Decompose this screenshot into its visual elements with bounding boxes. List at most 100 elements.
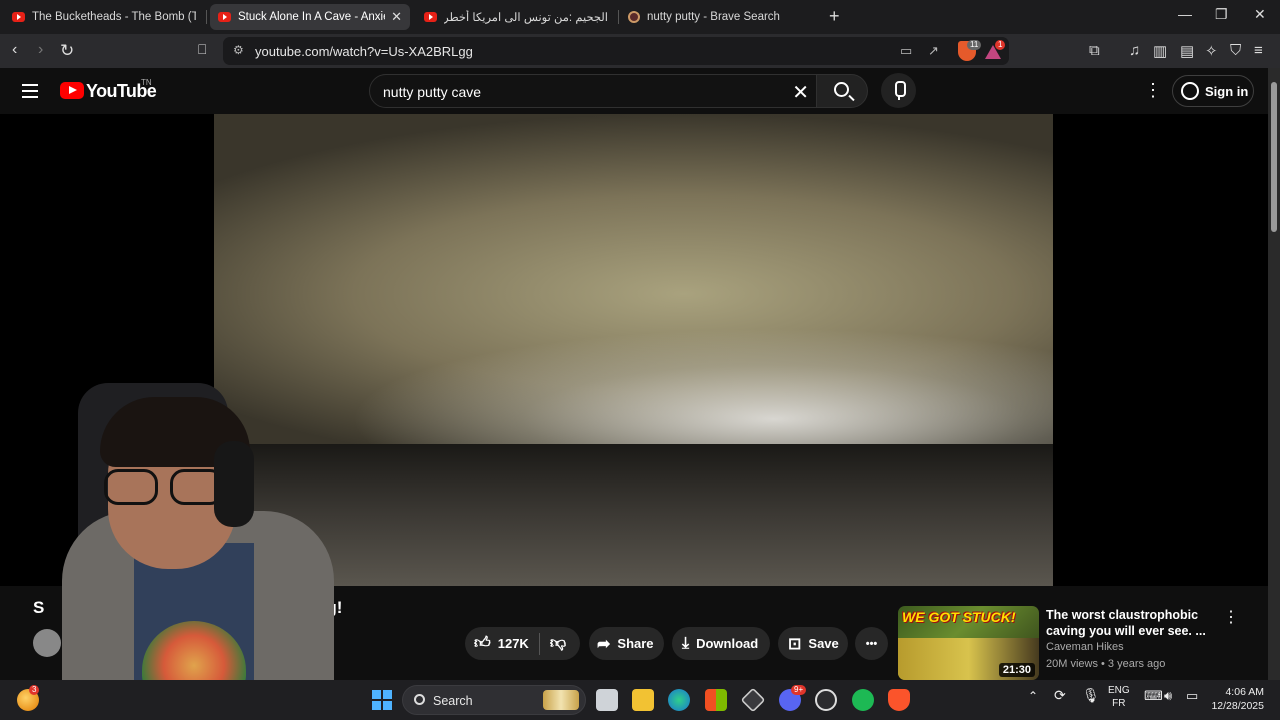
page-scrollbar[interactable] bbox=[1268, 68, 1280, 680]
like-divider bbox=[538, 632, 540, 655]
clear-search-icon[interactable]: ✕ bbox=[792, 80, 809, 105]
wallet-icon[interactable]: ▤ bbox=[1180, 42, 1194, 60]
search-input[interactable]: nutty putty cave bbox=[383, 84, 481, 100]
video-duration: 21:30 bbox=[998, 663, 1035, 677]
media-icon[interactable]: ♫ bbox=[1129, 42, 1140, 59]
download-icon: ⤓ bbox=[682, 634, 690, 652]
youtube-favicon-icon bbox=[424, 12, 437, 22]
cave-floor bbox=[214, 444, 1053, 586]
site-settings-icon[interactable]: ⚙ bbox=[233, 43, 244, 57]
search-icon bbox=[834, 82, 849, 97]
taskbar-search-label: Search bbox=[433, 694, 473, 708]
video-frame[interactable] bbox=[214, 114, 1053, 586]
youtube-header: YouTube TN nutty putty cave ✕ ⋮ Sign in bbox=[0, 68, 1268, 114]
shield-count-badge: 11 bbox=[967, 40, 982, 50]
url-text: youtube.com/watch?v=Us-XA2BRLgg bbox=[255, 44, 473, 59]
tab-arabic-video[interactable]: الجحيم :من تونس الى امريكا أخطر طرق bbox=[416, 4, 616, 30]
battery-icon[interactable]: ▭ bbox=[1186, 689, 1198, 702]
youtube-logo-icon[interactable] bbox=[60, 82, 84, 99]
minimize-button[interactable]: — bbox=[1178, 6, 1192, 22]
cast-icon[interactable]: ▭ bbox=[900, 43, 912, 59]
browser-tab-bar: The Bucketheads - The Bomb (These Stuck … bbox=[0, 0, 1280, 34]
bookmark-icon[interactable]: ⎕ bbox=[198, 41, 206, 58]
tab-bucketheads[interactable]: The Bucketheads - The Bomb (These bbox=[4, 4, 204, 30]
weather-badge: 3 bbox=[29, 685, 40, 695]
new-tab-button[interactable]: + bbox=[829, 6, 840, 27]
tab-brave-search[interactable]: nutty putty - Brave Search bbox=[620, 4, 820, 30]
sign-in-label: Sign in bbox=[1205, 83, 1249, 99]
discord-badge: 9+ bbox=[791, 685, 807, 695]
like-count[interactable]: 127K bbox=[498, 636, 529, 651]
clock-time: 4:06 AM bbox=[1225, 686, 1264, 698]
language-top: ENG bbox=[1108, 685, 1130, 696]
dislike-icon[interactable]: 👎︎ bbox=[550, 634, 566, 653]
download-label: Download bbox=[696, 636, 759, 651]
windows-taskbar: 3 Search 9+ ⌃ ⟳ 🎙︎ ENG FR ⌨ 🔊︎ ▭ 4:06 AM… bbox=[0, 680, 1280, 720]
recommended-channel[interactable]: Caveman Hikes bbox=[1046, 641, 1124, 653]
share-page-icon[interactable]: ↗ bbox=[928, 43, 939, 59]
leo-icon[interactable]: ⧉ bbox=[1089, 42, 1100, 59]
file-explorer-icon[interactable] bbox=[632, 689, 654, 711]
country-code: TN bbox=[141, 78, 152, 87]
spotify-icon[interactable] bbox=[852, 689, 874, 711]
scrollbar-thumb[interactable] bbox=[1271, 82, 1277, 232]
volume-icon[interactable]: 🔊︎ bbox=[1164, 689, 1172, 702]
tab-stuck-alone[interactable]: Stuck Alone In A Cave - Anxiety I ✕ bbox=[210, 4, 410, 30]
save-icon: ⊡ bbox=[788, 635, 802, 653]
microphone-icon[interactable]: 🎙︎ bbox=[1082, 688, 1100, 702]
address-toolbar: ‹ › ↻ ⎕ ⚙ youtube.com/watch?v=Us-XA2BRLg… bbox=[0, 34, 1280, 68]
language-bottom: FR bbox=[1112, 698, 1126, 709]
taskbar-search[interactable]: Search bbox=[402, 685, 586, 715]
ai-icon[interactable]: ✧ bbox=[1205, 42, 1218, 60]
account-icon bbox=[1181, 82, 1199, 100]
share-label: Share bbox=[617, 636, 654, 651]
recommended-title[interactable]: The worst claustrophobic caving you will… bbox=[1046, 607, 1216, 639]
close-tab-icon[interactable]: ✕ bbox=[391, 9, 402, 25]
hamburger-menu-icon[interactable] bbox=[22, 84, 38, 98]
language-indicator[interactable]: ENG FR bbox=[1108, 684, 1130, 710]
maximize-button[interactable]: ❐ bbox=[1215, 6, 1228, 23]
save-button[interactable]: ⊡ Save bbox=[778, 627, 848, 660]
tray-overflow-icon[interactable]: ⌃ bbox=[1028, 690, 1038, 703]
like-icon[interactable]: 👍︎ bbox=[474, 634, 491, 653]
tab-divider bbox=[618, 10, 619, 24]
sidebar-icon[interactable]: ▥ bbox=[1153, 42, 1167, 60]
settings-kebab-icon[interactable]: ⋮ bbox=[1144, 80, 1162, 101]
save-label: Save bbox=[808, 636, 839, 651]
search-highlight-icon bbox=[543, 690, 579, 710]
store-icon[interactable] bbox=[705, 689, 727, 711]
vpn-icon[interactable]: ⛉ bbox=[1230, 42, 1241, 59]
edge-icon[interactable] bbox=[668, 689, 690, 711]
brave-taskbar-icon[interactable] bbox=[888, 689, 910, 711]
search-button[interactable] bbox=[816, 74, 868, 108]
download-button[interactable]: ⤓ Download bbox=[672, 627, 770, 660]
sync-icon[interactable]: ⟳ bbox=[1054, 688, 1066, 702]
close-window-button[interactable]: ✕ bbox=[1254, 6, 1266, 23]
recommended-stats: 20M views • 3 years ago bbox=[1046, 658, 1166, 670]
recommended-menu-icon[interactable]: ⋮ bbox=[1223, 607, 1239, 627]
more-icon: ••• bbox=[865, 637, 878, 650]
forward-icon[interactable]: › bbox=[38, 41, 43, 59]
epic-icon[interactable] bbox=[740, 687, 766, 713]
back-icon[interactable]: ‹ bbox=[12, 41, 17, 59]
glasses-lens-left bbox=[104, 469, 158, 505]
tab-title: الجحيم :من تونس الى امريكا أخطر طرق bbox=[444, 12, 608, 24]
task-view-icon[interactable] bbox=[596, 689, 618, 711]
search-box[interactable]: nutty putty cave ✕ bbox=[369, 74, 817, 108]
reload-icon[interactable]: ↻ bbox=[60, 41, 74, 61]
like-dislike-group: 👍︎ 127K 👎︎ bbox=[465, 627, 580, 660]
tab-title: nutty putty - Brave Search bbox=[647, 11, 780, 23]
voice-search-icon[interactable] bbox=[881, 73, 916, 108]
more-actions-button[interactable]: ••• bbox=[855, 627, 888, 660]
network-icon[interactable]: ⌨ bbox=[1144, 689, 1163, 702]
share-button[interactable]: ➦ Share bbox=[589, 627, 664, 660]
windows-start-icon[interactable] bbox=[372, 690, 392, 710]
sign-in-button[interactable]: Sign in bbox=[1172, 75, 1254, 107]
menu-icon[interactable]: ≡ bbox=[1254, 42, 1263, 59]
rewards-count-badge: 1 bbox=[995, 40, 1006, 50]
system-clock[interactable]: 4:06 AM 12/28/2025 bbox=[1206, 685, 1264, 713]
steam-icon[interactable] bbox=[815, 689, 837, 711]
recommended-thumbnail[interactable]: WE GOT STUCK! 21:30 bbox=[898, 606, 1039, 680]
brave-favicon-icon bbox=[628, 11, 640, 23]
url-field[interactable]: ⚙ youtube.com/watch?v=Us-XA2BRLgg ▭ ↗ 11… bbox=[223, 37, 1009, 65]
